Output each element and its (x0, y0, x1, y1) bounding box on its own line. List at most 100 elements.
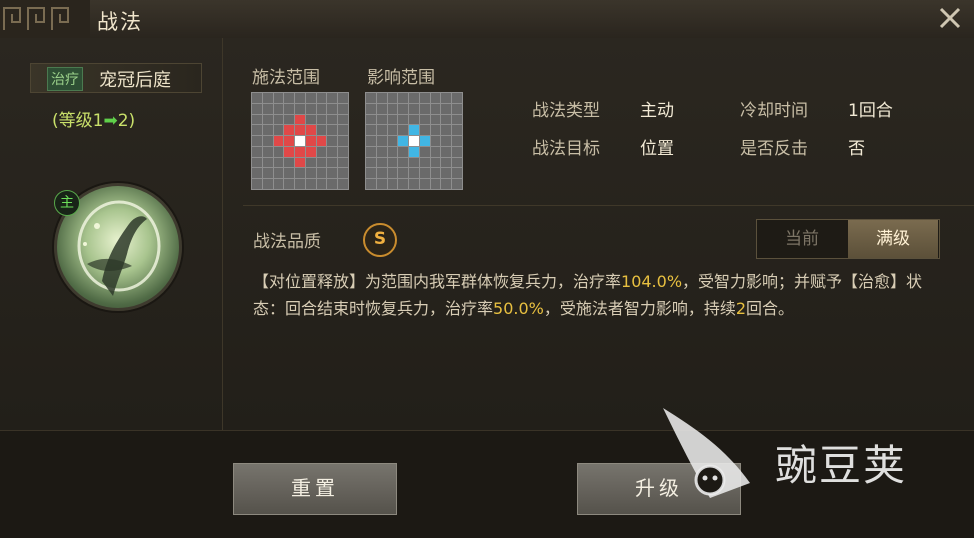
grid-cell (398, 125, 409, 136)
grid-cell (398, 93, 409, 103)
grid-cell (262, 157, 273, 168)
grid-cell (284, 125, 295, 136)
grid-cell (409, 93, 419, 103)
grid-cell (262, 136, 273, 146)
close-icon[interactable] (936, 4, 964, 32)
grid-cell (262, 146, 273, 157)
grid-cell (409, 146, 419, 157)
grid-cell (252, 114, 262, 125)
grid-cell (338, 136, 348, 146)
skill-level: (等级1➡2) (52, 106, 135, 131)
grid-cell (452, 114, 462, 125)
effect-range-label: 影响范围 (367, 68, 435, 88)
grid-cell (366, 125, 376, 136)
grid-cell (366, 146, 376, 157)
grid-cell (452, 157, 462, 168)
grid-cell (452, 168, 462, 179)
grid-cell (419, 93, 430, 103)
grid-cell (398, 157, 409, 168)
reset-button[interactable]: 重置 (233, 463, 397, 515)
grid-cell (409, 125, 419, 136)
grid-cell (419, 179, 430, 189)
grid-cell (273, 125, 284, 136)
grid-cell (419, 146, 430, 157)
grid-cell (284, 157, 295, 168)
title-bar: 战法 (0, 0, 974, 39)
grid-cell (305, 93, 316, 103)
grid-cell (430, 125, 441, 136)
grid-cell (366, 103, 376, 114)
grid-cell (273, 179, 284, 189)
counterattack-value: 否 (848, 139, 865, 159)
desc-text-1: 【对位置释放】为范围内我军群体恢复兵力，治疗率 (253, 272, 622, 291)
grid-cell (398, 179, 409, 189)
skill-name: 宠冠后庭 (99, 70, 171, 91)
grid-cell (273, 103, 284, 114)
max-level-tab[interactable]: 满级 (848, 220, 938, 258)
grid-cell (316, 114, 327, 125)
grid-cell (262, 93, 273, 103)
grid-cell (284, 93, 295, 103)
skill-target-value: 位置 (640, 139, 674, 159)
grid-cell (252, 146, 262, 157)
grid-cell (430, 179, 441, 189)
grid-cell (262, 125, 273, 136)
current-level-tab[interactable]: 当前 (757, 220, 847, 258)
grid-cell (409, 103, 419, 114)
grid-cell (262, 114, 273, 125)
grid-cell (284, 168, 295, 179)
grid-cell (273, 146, 284, 157)
grid-cell (273, 157, 284, 168)
grid-cell (295, 136, 305, 146)
heal-rate-value: 104.0% (621, 272, 683, 291)
grid-cell (376, 103, 387, 114)
grid-cell (305, 114, 316, 125)
skill-type-label: 战法类型 (532, 101, 600, 121)
grid-cell (327, 179, 338, 189)
grid-cell (252, 168, 262, 179)
grid-cell (419, 114, 430, 125)
grid-cell (409, 136, 419, 146)
grid-cell (376, 93, 387, 103)
skill-description: 【对位置释放】为范围内我军群体恢复兵力，治疗率104.0%，受智力影响；并赋予【… (253, 268, 953, 322)
grid-cell (387, 114, 398, 125)
grid-cell (409, 168, 419, 179)
heal-over-time-value: 50.0% (493, 299, 544, 318)
grid-cell (430, 103, 441, 114)
grid-cell (430, 93, 441, 103)
grid-cell (409, 179, 419, 189)
duration-value: 2 (735, 299, 747, 318)
grid-cell (338, 179, 348, 189)
grid-cell (316, 136, 327, 146)
grid-cell (338, 93, 348, 103)
grid-cell (419, 157, 430, 168)
grid-cell (376, 136, 387, 146)
cast-range-grid (251, 92, 349, 190)
grid-cell (398, 114, 409, 125)
desc-text-4: 回合。 (746, 299, 795, 318)
grid-cell (305, 146, 316, 157)
grid-cell (376, 125, 387, 136)
grid-cell (305, 103, 316, 114)
level-prefix: (等级1 (52, 111, 104, 131)
grid-cell (305, 168, 316, 179)
grid-cell (316, 157, 327, 168)
grid-cell (338, 114, 348, 125)
watermark-text: 豌豆荚 (775, 441, 908, 490)
grid-cell (376, 157, 387, 168)
grid-cell (295, 125, 305, 136)
grid-cell (284, 136, 295, 146)
grid-cell (419, 125, 430, 136)
ornament-icon (0, 0, 90, 38)
grid-cell (398, 103, 409, 114)
grid-cell (284, 114, 295, 125)
grid-cell (252, 125, 262, 136)
grid-cell (452, 136, 462, 146)
grid-cell (452, 146, 462, 157)
cooldown-value: 1回合 (848, 101, 893, 121)
grid-cell (366, 157, 376, 168)
grid-cell (430, 136, 441, 146)
skill-target-label: 战法目标 (532, 139, 600, 159)
grid-cell (316, 93, 327, 103)
grid-cell (452, 179, 462, 189)
